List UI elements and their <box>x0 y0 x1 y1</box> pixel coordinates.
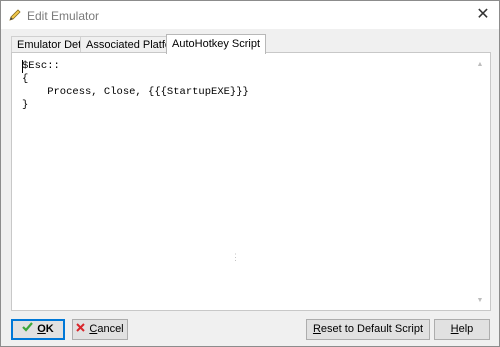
x-icon <box>76 320 86 339</box>
reset-label: eset to Default Script <box>320 323 424 335</box>
scroll-up-icon[interactable]: ▲ <box>474 59 486 71</box>
cancel-label: ancel <box>97 323 124 335</box>
title-bar: Edit Emulator ✕ <box>1 1 499 29</box>
text-caret <box>22 60 23 73</box>
help-label: elp <box>458 323 474 335</box>
window-title: Edit Emulator <box>27 9 100 23</box>
script-editor[interactable]: $Esc:: { Process, Close, {{{StartupEXE}}… <box>14 55 488 308</box>
ok-label-mnemonic: O <box>37 323 46 335</box>
vertical-scrollbar[interactable]: ▲ ▼ <box>474 59 486 307</box>
close-icon[interactable]: ✕ <box>475 7 491 23</box>
splitter-grip-icon: ⋮ <box>231 252 240 262</box>
edit-emulator-window: Edit Emulator ✕ Emulator Details Associa… <box>0 0 500 347</box>
check-icon <box>22 320 34 339</box>
reset-label-mnemonic: R <box>312 323 321 335</box>
reset-default-script-button[interactable]: Reset to Default Script <box>306 319 430 340</box>
tab-autohotkey-script[interactable]: AutoHotkey Script <box>166 34 267 54</box>
scroll-down-icon[interactable]: ▼ <box>474 295 486 307</box>
cancel-button[interactable]: Cancel <box>72 319 128 340</box>
help-button[interactable]: Help <box>434 319 490 340</box>
script-text[interactable]: $Esc:: { Process, Close, {{{StartupEXE}}… <box>22 60 249 112</box>
ok-button[interactable]: OK <box>11 319 65 340</box>
pencil-icon <box>8 8 22 22</box>
ok-label: K <box>45 323 54 335</box>
tab-panel: $Esc:: { Process, Close, {{{StartupEXE}}… <box>11 52 491 311</box>
help-label-mnemonic: H <box>450 323 459 335</box>
